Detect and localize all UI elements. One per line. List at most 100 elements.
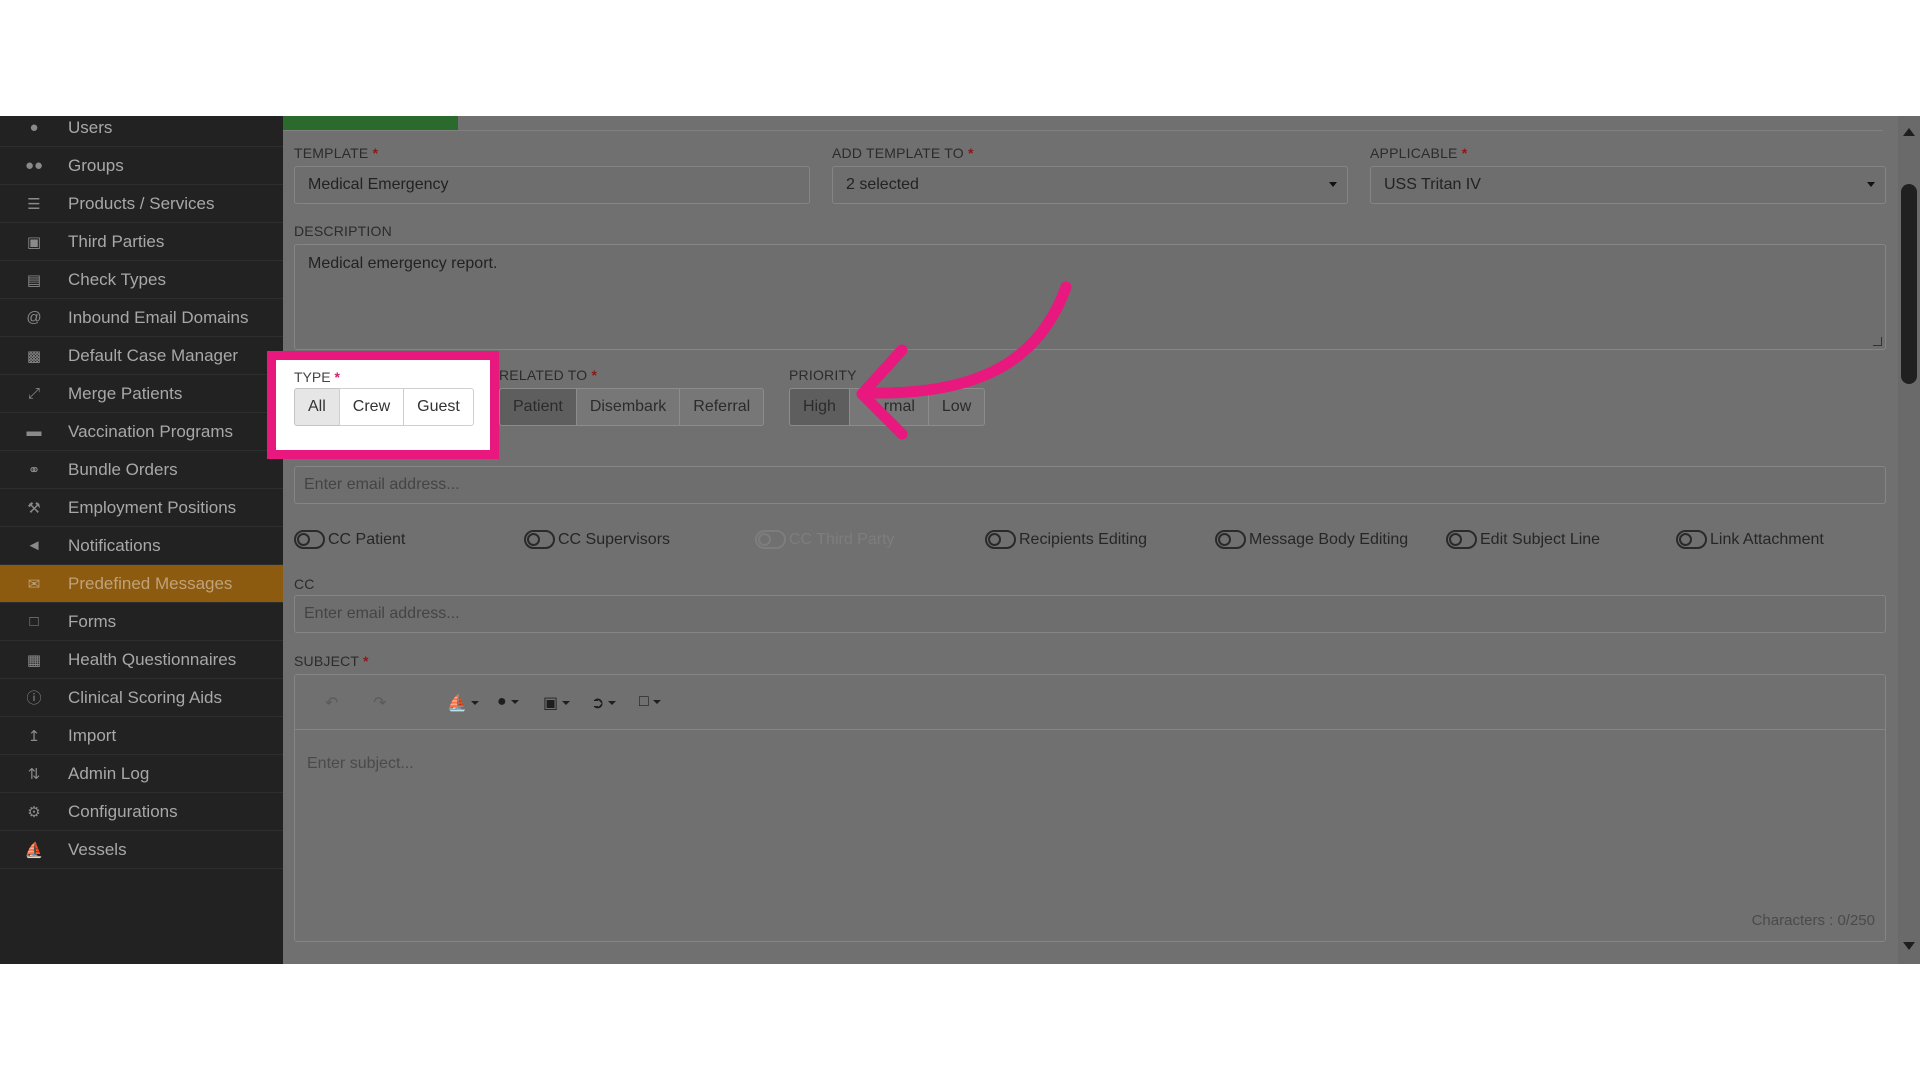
sidebar-item-label: Third Parties	[68, 231, 165, 251]
list-icon: ☰	[27, 195, 41, 213]
related-to-disembark-button[interactable]: Disembark	[575, 388, 681, 426]
toggle-off-icon	[985, 530, 1016, 549]
to-email-input[interactable]: Enter email address...	[294, 466, 1886, 504]
sidebar-item-label: Predefined Messages	[68, 573, 233, 593]
applicable-value: USS Tritan IV	[1384, 176, 1481, 193]
edit-subject-line-toggle[interactable]: Edit Subject Line	[1446, 530, 1600, 549]
message-body-editing-toggle[interactable]: Message Body Editing	[1215, 530, 1408, 549]
subject-editor[interactable]: ↶ ↷ ⛵ ● ▣ ➲ □ Enter subject... Character…	[294, 674, 1886, 942]
toggle-label: Link Attachment	[1710, 530, 1824, 548]
app-window: ● Users ●● Groups ☰ Products / Services …	[0, 116, 1920, 964]
sidebar-item-merge-patients[interactable]: ⤢ Merge Patients	[0, 375, 283, 413]
type-crew-button[interactable]: Crew	[338, 388, 405, 426]
sidebar-item-products-services[interactable]: ☰ Products / Services	[0, 185, 283, 223]
priority-group: High rmal Low	[789, 388, 986, 426]
sidebar-item-label: Inbound Email Domains	[68, 307, 249, 327]
priority-low-button[interactable]: Low	[927, 388, 986, 426]
stethoscope-icon: ⚭	[27, 461, 41, 479]
template-value: Medical Emergency	[308, 176, 449, 193]
sidebar-item-clinical-scoring-aids[interactable]: ⓘ Clinical Scoring Aids	[0, 679, 283, 717]
sidebar-item-vaccination-programs[interactable]: ▬ Vaccination Programs	[0, 413, 283, 451]
clipboard-icon: ▦	[26, 651, 42, 669]
sidebar-item-forms[interactable]: □ Forms	[0, 603, 283, 641]
sidebar-item-label: Clinical Scoring Aids	[68, 687, 223, 707]
add-template-to-label: ADD TEMPLATE TO *	[832, 145, 974, 161]
sidebar-item-label: Admin Log	[68, 763, 150, 783]
sidebar-item-admin-log[interactable]: ⇅ Admin Log	[0, 755, 283, 793]
toggle-label: CC Third Party	[789, 530, 895, 548]
add-template-to-select[interactable]: 2 selected	[832, 166, 1348, 204]
sidebar-item-label: Default Case Manager	[68, 345, 239, 365]
toggle-label: Message Body Editing	[1249, 530, 1409, 548]
sidebar-item-label: Users	[68, 117, 113, 137]
sidebar-item-inbound-email-domains[interactable]: @ Inbound Email Domains	[0, 299, 283, 337]
sidebar-item-health-questionnaires[interactable]: ▦ Health Questionnaires	[0, 641, 283, 679]
sidebar-item-third-parties[interactable]: ▣ Third Parties	[0, 223, 283, 261]
sidebar-item-notifications[interactable]: ◄ Notifications	[0, 527, 283, 565]
compress-icon: ⤢	[27, 385, 40, 402]
description-textarea[interactable]: Medical emergency report.	[294, 244, 1886, 350]
toggle-off-icon	[755, 530, 786, 549]
sidebar-item-import[interactable]: ↥ Import	[0, 717, 283, 755]
divider	[283, 130, 1883, 131]
envelope-icon: ✉	[27, 575, 41, 593]
cc-patient-toggle[interactable]: CC Patient	[294, 530, 405, 549]
sidebar-item-label: Notifications	[68, 535, 161, 555]
sidebar-item-label: Products / Services	[68, 193, 215, 213]
applicable-label: APPLICABLE *	[1370, 145, 1468, 161]
template-label: TEMPLATE *	[294, 145, 379, 161]
sidebar-item-check-types[interactable]: ▤ Check Types	[0, 261, 283, 299]
redo-icon[interactable]: ↷	[373, 693, 386, 713]
sidebar-item-configurations[interactable]: ⚙ Configurations	[0, 793, 283, 831]
at-icon: @	[26, 309, 42, 326]
toggle-label: CC Patient	[328, 530, 406, 548]
sidebar-item-label: Forms	[68, 611, 117, 631]
cc-label: CC	[294, 576, 315, 592]
recipients-editing-toggle[interactable]: Recipients Editing	[985, 530, 1147, 549]
sidebar-item-bundle-orders[interactable]: ⚭ Bundle Orders	[0, 451, 283, 489]
share-insert-icon[interactable]: □	[639, 693, 661, 711]
type-group: All Crew Guest	[294, 388, 474, 426]
priority-high-button[interactable]: High	[789, 388, 850, 426]
sidebar-item-groups[interactable]: ●● Groups	[0, 147, 283, 185]
building-icon: ▣	[26, 233, 42, 251]
related-to-referral-button[interactable]: Referral	[679, 388, 765, 426]
sign-out-insert-icon[interactable]: ➲	[591, 693, 617, 713]
priority-normal-button[interactable]: rmal	[848, 388, 929, 426]
scrollbar[interactable]	[1898, 116, 1920, 964]
cc-third-party-toggle[interactable]: CC Third Party	[755, 530, 895, 549]
scrollbar-thumb[interactable]	[1901, 184, 1917, 384]
priority-label: PRIORITY	[789, 367, 857, 383]
sidebar-item-vessels[interactable]: ⛵ Vessels	[0, 831, 283, 869]
toggle-off-icon	[1676, 530, 1707, 549]
scroll-down-arrow-icon[interactable]	[1903, 942, 1915, 950]
upload-icon: ↥	[27, 727, 41, 745]
toggle-off-icon	[524, 530, 555, 549]
related-to-patient-button[interactable]: Patient	[499, 388, 577, 426]
cc-email-input[interactable]: Enter email address...	[294, 595, 1886, 633]
resize-handle-icon[interactable]	[1873, 337, 1882, 346]
ship-insert-icon[interactable]: ⛵	[447, 693, 479, 713]
template-input[interactable]: Medical Emergency	[294, 166, 810, 204]
archive-insert-icon[interactable]: ▣	[543, 693, 571, 713]
money-icon: ▤	[26, 271, 42, 289]
toggle-off-icon	[1446, 530, 1477, 549]
type-guest-button[interactable]: Guest	[403, 388, 474, 426]
sidebar-item-label: Employment Positions	[68, 497, 237, 517]
undo-icon[interactable]: ↶	[325, 693, 338, 713]
type-all-button[interactable]: All	[294, 388, 340, 426]
sidebar-item-employment-positions[interactable]: ⚒ Employment Positions	[0, 489, 283, 527]
link-attachment-toggle[interactable]: Link Attachment	[1676, 530, 1824, 549]
sidebar-item-predefined-messages[interactable]: ✉ Predefined Messages	[0, 565, 283, 603]
briefcase-icon: ▬	[26, 423, 42, 440]
active-tab-indicator	[283, 116, 458, 130]
sidebar-item-default-case-manager[interactable]: ▩ Default Case Manager	[0, 337, 283, 375]
user-insert-icon[interactable]: ●	[497, 693, 519, 711]
subject-label: SUBJECT *	[294, 653, 369, 669]
cc-supervisors-toggle[interactable]: CC Supervisors	[524, 530, 670, 549]
sidebar-item-label: Groups	[68, 155, 124, 175]
ship-icon: ⛵	[24, 841, 44, 859]
applicable-select[interactable]: USS Tritan IV	[1370, 166, 1886, 204]
sidebar-item-users[interactable]: ● Users	[0, 116, 283, 147]
scroll-up-arrow-icon[interactable]	[1903, 128, 1915, 136]
